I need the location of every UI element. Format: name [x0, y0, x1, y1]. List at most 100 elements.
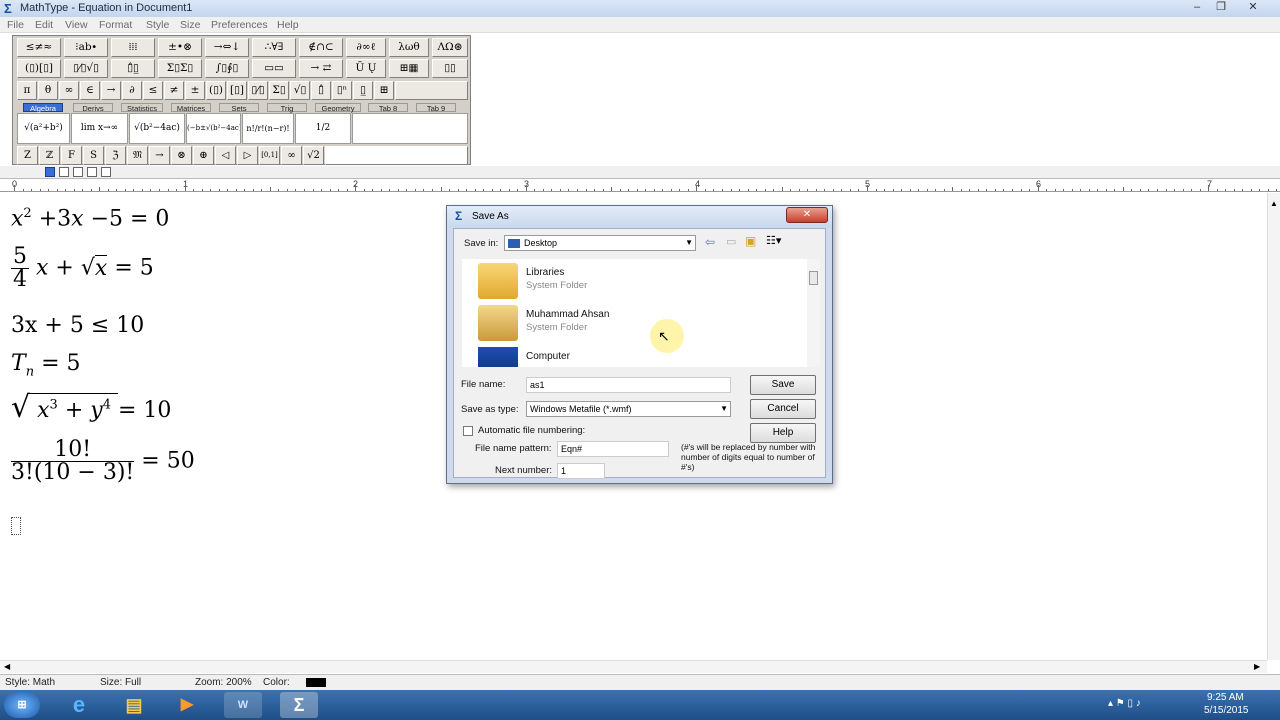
save-in-dropdown[interactable]: Desktop ▼: [504, 235, 696, 251]
palette-sets-button[interactable]: ∉∩⊂: [299, 38, 343, 57]
symbol-5[interactable]: ℨ: [105, 146, 126, 165]
save-as-type-dropdown[interactable]: Windows Metafile (*.wmf) ▼: [526, 401, 731, 417]
palette-integrals-button[interactable]: ∫▯∮▯: [205, 59, 249, 78]
superscript-button[interactable]: ▯ⁿ: [332, 81, 352, 100]
menu-style[interactable]: Style: [146, 19, 169, 31]
pi-button[interactable]: π: [17, 81, 37, 100]
tab-stop-left-button[interactable]: [45, 167, 55, 177]
auto-numbering-checkbox[interactable]: [463, 426, 473, 436]
sqrt-button[interactable]: √▯: [290, 81, 310, 100]
symbol-7[interactable]: →: [149, 146, 170, 165]
equation-radical-powers[interactable]: √ x3 + y4 = 10: [11, 393, 171, 423]
equation-subscript[interactable]: Tn = 5: [11, 353, 81, 379]
sum-button[interactable]: Σ▯: [269, 81, 289, 100]
maximize-button[interactable]: ❐: [1209, 0, 1233, 16]
tab-9[interactable]: Tab 9: [416, 103, 456, 113]
not-equal-button[interactable]: ≠: [164, 81, 184, 100]
tray-icons[interactable]: ▴ ⚑ ▯ ♪: [1108, 698, 1141, 709]
template-combination[interactable]: n!/r!(n−r)!: [242, 113, 294, 144]
view-menu-icon[interactable]: ☷▾: [766, 234, 781, 247]
fraction-button[interactable]: ▯⁄▯: [248, 81, 268, 100]
palette-embellish-button[interactable]: ⁞⁞⁞: [111, 38, 155, 57]
file-name-input[interactable]: as1: [526, 377, 731, 393]
equation-inequality[interactable]: 3x + 5 ≤ 10: [11, 315, 144, 337]
equation-factorial-fraction[interactable]: 10! 3!(10 − 3)! = 50: [11, 439, 195, 484]
template-quadratic-formula[interactable]: (−b±√(b²−4ac))/2a: [186, 113, 241, 144]
palette-greek-upper-button[interactable]: ΛΩ⊛: [432, 38, 468, 57]
template-limit[interactable]: lim x→∞: [71, 113, 128, 144]
internet-explorer-icon[interactable]: e: [60, 692, 98, 718]
palette-products-button[interactable]: Ū Ų: [346, 59, 386, 78]
save-button[interactable]: Save: [750, 375, 816, 395]
tab-stop-right-button[interactable]: [73, 167, 83, 177]
start-orb-icon[interactable]: ⊞: [4, 692, 40, 718]
parens-button[interactable]: (▯): [206, 81, 226, 100]
tab-algebra[interactable]: Algebra: [23, 103, 63, 113]
menu-edit[interactable]: Edit: [35, 19, 53, 31]
word-icon[interactable]: W: [224, 692, 262, 718]
symbol-14[interactable]: √2: [303, 146, 324, 165]
empty-slot-cursor[interactable]: [11, 517, 21, 535]
brackets-button[interactable]: [▯]: [227, 81, 247, 100]
scroll-up-icon[interactable]: ▲: [1270, 199, 1278, 208]
menu-format[interactable]: Format: [99, 19, 132, 31]
tab-stop-relation-button[interactable]: [87, 167, 97, 177]
tab-matrices[interactable]: Matrices: [171, 103, 211, 113]
template-pythagoras[interactable]: √(a²+b²): [17, 113, 70, 144]
symbol-12[interactable]: [0,1]: [259, 146, 280, 165]
horizontal-scrollbar[interactable]: ◀ ▶: [0, 660, 1267, 673]
scroll-thumb[interactable]: [809, 271, 818, 285]
palette-scripts-button[interactable]: ▯̂▯̲: [111, 59, 155, 78]
pattern-input[interactable]: Eqn#: [557, 441, 669, 457]
new-folder-icon[interactable]: ▣: [745, 234, 756, 248]
file-explorer-icon[interactable]: ▤: [115, 692, 153, 718]
file-list[interactable]: Libraries System Folder Muhammad Ahsan S…: [462, 259, 820, 367]
menu-view[interactable]: View: [65, 19, 88, 31]
media-player-icon[interactable]: ▶: [168, 692, 206, 718]
symbol-1[interactable]: Z: [17, 146, 38, 165]
tab-geometry[interactable]: Geometry: [315, 103, 361, 113]
matrix-button[interactable]: ⊞: [374, 81, 394, 100]
palette-relations-button[interactable]: ≤≠≈: [17, 38, 61, 57]
plus-minus-button[interactable]: ±: [185, 81, 205, 100]
palette-misc-button[interactable]: ∂∞ℓ: [346, 38, 386, 57]
menu-preferences[interactable]: Preferences: [211, 19, 268, 31]
up-folder-icon[interactable]: ▭: [726, 235, 736, 248]
palette-arrows-button[interactable]: →⇔↓: [205, 38, 249, 57]
close-button[interactable]: ✕: [1241, 0, 1265, 16]
symbol-13[interactable]: ∞: [281, 146, 302, 165]
palette-boxes-button[interactable]: ▯▯: [432, 59, 468, 78]
less-equal-button[interactable]: ≤: [143, 81, 163, 100]
tab-trig[interactable]: Trig: [267, 103, 307, 113]
tab-stop-center-button[interactable]: [59, 167, 69, 177]
mathtype-taskbar-icon[interactable]: Σ: [280, 692, 318, 718]
symbol-2[interactable]: ℤ: [39, 146, 60, 165]
back-arrow-icon[interactable]: ⇦: [705, 235, 715, 249]
infinity-button[interactable]: ∞: [59, 81, 79, 100]
palette-matrices-button[interactable]: ⊞▦: [389, 59, 429, 78]
vertical-scrollbar[interactable]: ▲: [1267, 193, 1280, 660]
minimize-button[interactable]: ‒: [1185, 0, 1209, 16]
symbol-3[interactable]: F: [61, 146, 82, 165]
list-item-computer[interactable]: Computer: [478, 345, 798, 367]
hat-button[interactable]: ▯̂: [311, 81, 331, 100]
list-item-libraries[interactable]: Libraries System Folder: [478, 261, 798, 301]
symbol-11[interactable]: ▷: [237, 146, 258, 165]
menu-file[interactable]: File: [7, 19, 24, 31]
theta-button[interactable]: θ: [38, 81, 58, 100]
element-of-button[interactable]: ∈: [80, 81, 100, 100]
palette-operators-button[interactable]: ±•⊗: [158, 38, 202, 57]
next-number-input[interactable]: 1: [557, 463, 605, 479]
dialog-close-button[interactable]: ✕: [786, 207, 828, 223]
palette-sums-button[interactable]: Σ▯Σ▯: [158, 59, 202, 78]
palette-fractions-button[interactable]: ▯⁄▯√▯: [64, 59, 108, 78]
help-button[interactable]: Help: [750, 423, 816, 443]
palette-greek-lower-button[interactable]: λωθ: [389, 38, 429, 57]
list-item-user-folder[interactable]: Muhammad Ahsan System Folder: [478, 303, 798, 343]
tab-derivs[interactable]: Derivs: [73, 103, 113, 113]
scroll-right-icon[interactable]: ▶: [1254, 662, 1260, 671]
tab-sets[interactable]: Sets: [219, 103, 259, 113]
symbol-9[interactable]: ⊕: [193, 146, 214, 165]
symbol-4[interactable]: S: [83, 146, 104, 165]
template-discriminant[interactable]: √(b²−4ac): [129, 113, 185, 144]
